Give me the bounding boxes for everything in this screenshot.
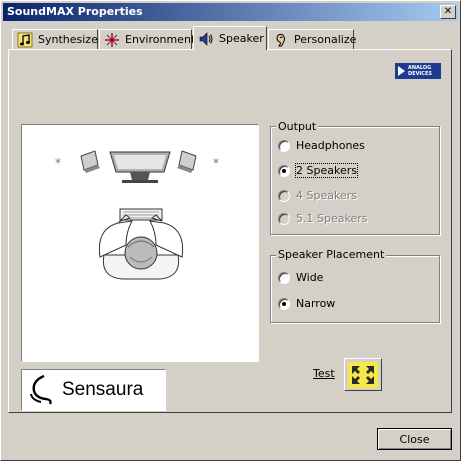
close-icon: ✕ (443, 6, 453, 17)
sensaura-swirl-icon (30, 374, 52, 405)
radio-button[interactable] (278, 189, 290, 202)
tab-speaker[interactable]: Speaker (193, 26, 267, 50)
output-headphones-radio[interactable]: Headphones (278, 139, 365, 152)
placement-wide-radio[interactable]: Wide (278, 271, 323, 284)
speaker-placement-group (270, 255, 440, 323)
speaker-placement-group-title: Speaker Placement (276, 248, 387, 261)
svg-text:*: * (55, 156, 61, 170)
output-group-title: Output (276, 120, 319, 133)
right-speaker-icon (177, 150, 197, 173)
radio-label: 4 Speakers (296, 189, 357, 202)
tab-personalize[interactable]: Personalize (268, 29, 357, 49)
music-note-icon (17, 32, 33, 47)
output-2-speakers-radio[interactable]: 2 Speakers (278, 163, 358, 178)
sensaura-logo-text: Sensaura (62, 379, 144, 400)
title-close-button[interactable]: ✕ (440, 5, 456, 19)
listener-illustration: * * (55, 150, 219, 280)
monitor-icon (109, 151, 171, 183)
radio-button[interactable] (278, 164, 290, 177)
radio-button[interactable] (278, 297, 290, 310)
radio-label: 5.1 Speakers (296, 212, 368, 225)
output-5-1-speakers-radio[interactable]: 5.1 Speakers (278, 212, 367, 225)
close-button[interactable]: Close (377, 428, 452, 450)
analog-devices-triangle-icon (398, 66, 405, 76)
radio-label: Headphones (296, 139, 365, 152)
tab-label: Environment (125, 33, 196, 46)
radio-label: 2 Speakers (295, 163, 358, 178)
speaker-icon (199, 31, 213, 46)
window-title: SoundMAX Properties (7, 5, 143, 18)
tab-label: Synthesizer (38, 33, 103, 46)
svg-text:*: * (213, 156, 219, 170)
close-button-label: Close (399, 432, 430, 446)
radio-button[interactable] (278, 271, 290, 284)
radio-button[interactable] (278, 212, 290, 225)
radio-label: Wide (296, 271, 324, 284)
tab-label: Personalize (294, 33, 357, 46)
test-arrows-icon (348, 361, 378, 388)
sensaura-logo: Sensaura (21, 369, 166, 411)
title-bar: SoundMAX Properties ✕ (3, 3, 458, 21)
test-label: Test (313, 367, 335, 380)
tab-environment[interactable]: Environment (99, 29, 196, 49)
radio-button[interactable] (278, 139, 290, 152)
analog-devices-logo: ANALOG DEVICES (395, 63, 441, 79)
environment-icon (105, 32, 119, 47)
left-speaker-icon (80, 150, 100, 173)
radio-label: Narrow (296, 297, 336, 310)
test-button[interactable] (344, 358, 382, 391)
tab-label: Speaker (219, 32, 264, 45)
output-4-speakers-radio[interactable]: 4 Speakers (278, 189, 357, 202)
analog-devices-logo-text: ANALOG DEVICES (408, 65, 432, 77)
person-icon (98, 214, 184, 280)
placement-narrow-radio[interactable]: Narrow (278, 297, 335, 310)
speaker-preview-image: * * (21, 124, 259, 362)
tab-synthesizer[interactable]: Synthesizer (12, 29, 102, 49)
ear-icon (276, 33, 285, 47)
